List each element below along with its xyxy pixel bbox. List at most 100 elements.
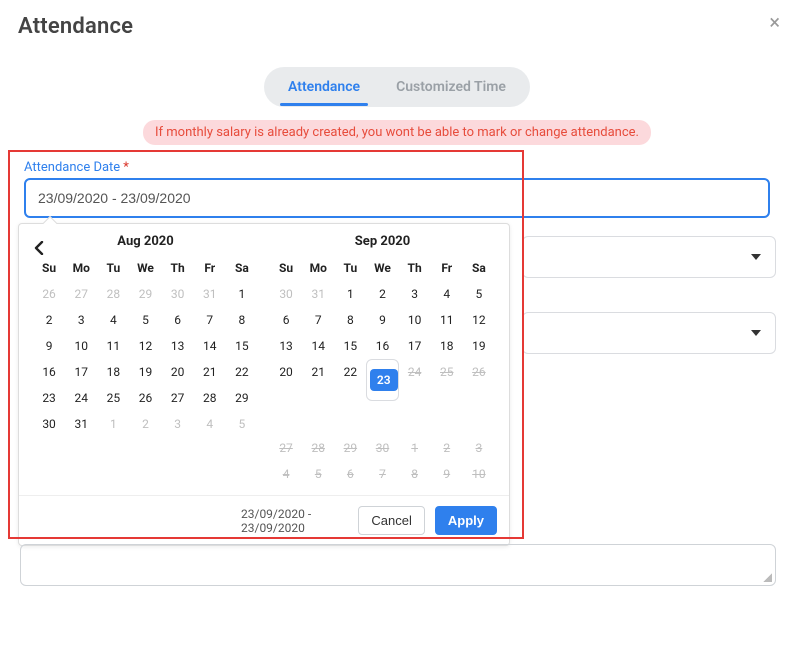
- day-header: Sa: [463, 257, 495, 281]
- tab-attendance[interactable]: Attendance: [270, 69, 378, 105]
- date-range-picker: Aug 2020 SuMoTuWeThFrSa26272829303112345…: [18, 223, 510, 546]
- calendar-day[interactable]: 27: [162, 385, 194, 411]
- calendar-day[interactable]: 5: [129, 307, 161, 333]
- calendar-day[interactable]: 7: [194, 307, 226, 333]
- calendar-day[interactable]: 15: [334, 333, 366, 359]
- calendar-day: 3: [463, 435, 495, 461]
- day-header: Sa: [226, 257, 258, 281]
- calendar-day[interactable]: 20: [270, 359, 302, 435]
- calendar-day[interactable]: 14: [194, 333, 226, 359]
- calendar-day[interactable]: 10: [399, 307, 431, 333]
- calendar-day[interactable]: 19: [463, 333, 495, 359]
- calendar-day: 5: [302, 461, 334, 487]
- calendar-day[interactable]: 20: [162, 359, 194, 385]
- tab-customized-time[interactable]: Customized Time: [378, 69, 524, 105]
- calendar-day[interactable]: 12: [463, 307, 495, 333]
- calendar-day[interactable]: 10: [65, 333, 97, 359]
- calendar-day: 24: [399, 359, 431, 435]
- calendar-month-right: Sep 2020 SuMoTuWeThFrSa30311234567891011…: [264, 234, 501, 495]
- calendar-day[interactable]: 19: [129, 359, 161, 385]
- calendar-day[interactable]: 1: [226, 281, 258, 307]
- calendar-day[interactable]: 6: [162, 307, 194, 333]
- day-header: We: [129, 257, 161, 281]
- calendar-day[interactable]: 7: [302, 307, 334, 333]
- calendar-day[interactable]: 24: [65, 385, 97, 411]
- calendar-day: 2: [129, 411, 161, 437]
- calendar-day[interactable]: 11: [97, 333, 129, 359]
- calendar-day[interactable]: 18: [431, 333, 463, 359]
- calendar-day: 27: [270, 435, 302, 461]
- calendar-day[interactable]: 29: [226, 385, 258, 411]
- day-header: Mo: [65, 257, 97, 281]
- calendar-day[interactable]: 3: [399, 281, 431, 307]
- calendar-day[interactable]: 21: [302, 359, 334, 435]
- calendar-day[interactable]: 17: [65, 359, 97, 385]
- calendar-day[interactable]: 8: [226, 307, 258, 333]
- attendance-date-input[interactable]: [24, 178, 770, 218]
- calendar-month-left: Aug 2020 SuMoTuWeThFrSa26272829303112345…: [27, 234, 264, 495]
- calendar-day[interactable]: 11: [431, 307, 463, 333]
- calendar-day: 5: [226, 411, 258, 437]
- calendar-day: 1: [399, 435, 431, 461]
- calendar-day[interactable]: 30: [33, 411, 65, 437]
- caret-down-icon: [751, 330, 761, 336]
- close-icon[interactable]: ×: [769, 10, 780, 34]
- calendar-day[interactable]: 15: [226, 333, 258, 359]
- calendar-day[interactable]: 16: [33, 359, 65, 385]
- calendar-day[interactable]: 6: [270, 307, 302, 333]
- calendar-day[interactable]: 25: [97, 385, 129, 411]
- calendar-day: 8: [399, 461, 431, 487]
- calendar-day[interactable]: 18: [97, 359, 129, 385]
- calendar-day[interactable]: 1: [334, 281, 366, 307]
- calendar-day[interactable]: 4: [97, 307, 129, 333]
- calendar-day[interactable]: 5: [463, 281, 495, 307]
- calendar-day[interactable]: 14: [302, 333, 334, 359]
- dropdown-2[interactable]: [522, 312, 776, 354]
- calendar-day: 10: [463, 461, 495, 487]
- calendar-day[interactable]: 2: [33, 307, 65, 333]
- month-title-right: Sep 2020: [270, 234, 495, 249]
- calendar-day: 26: [463, 359, 495, 435]
- remarks-textarea[interactable]: [20, 544, 776, 586]
- calendar-day[interactable]: 26: [129, 385, 161, 411]
- dropdown-1[interactable]: [522, 236, 776, 278]
- calendar-day[interactable]: 23: [366, 359, 398, 401]
- calendar-day: 4: [270, 461, 302, 487]
- calendar-day[interactable]: 13: [270, 333, 302, 359]
- calendar-day[interactable]: 12: [129, 333, 161, 359]
- calendar-day[interactable]: 13: [162, 333, 194, 359]
- cancel-button[interactable]: Cancel: [358, 506, 424, 535]
- calendar-day: 7: [366, 461, 398, 487]
- calendar-day[interactable]: 8: [334, 307, 366, 333]
- day-header: Th: [399, 257, 431, 281]
- day-header: Th: [162, 257, 194, 281]
- calendar-day[interactable]: 16: [366, 333, 398, 359]
- calendar-day[interactable]: 22: [334, 359, 366, 435]
- calendar-day: 9: [431, 461, 463, 487]
- calendar-day[interactable]: 17: [399, 333, 431, 359]
- calendar-day: 30: [270, 281, 302, 307]
- calendar-day: 30: [366, 435, 398, 461]
- calendar-day: 28: [302, 435, 334, 461]
- day-header: Fr: [431, 257, 463, 281]
- apply-button[interactable]: Apply: [435, 506, 497, 535]
- calendar-day: 6: [334, 461, 366, 487]
- tabs-pill: Attendance Customized Time: [264, 67, 530, 107]
- calendar-day[interactable]: 2: [366, 281, 398, 307]
- calendar-day[interactable]: 9: [33, 333, 65, 359]
- calendar-day[interactable]: 21: [194, 359, 226, 385]
- calendar-day[interactable]: 31: [65, 411, 97, 437]
- calendar-day: 29: [334, 435, 366, 461]
- calendar-day: 4: [194, 411, 226, 437]
- calendar-day[interactable]: 3: [65, 307, 97, 333]
- calendar-day: 2: [431, 435, 463, 461]
- chevron-left-icon[interactable]: [33, 240, 45, 259]
- calendar-day[interactable]: 9: [366, 307, 398, 333]
- calendar-day[interactable]: 23: [33, 385, 65, 411]
- calendar-day[interactable]: 4: [431, 281, 463, 307]
- warning-banner: If monthly salary is already created, yo…: [18, 121, 776, 140]
- day-header: Fr: [194, 257, 226, 281]
- calendar-day: 3: [162, 411, 194, 437]
- calendar-day[interactable]: 28: [194, 385, 226, 411]
- calendar-day[interactable]: 22: [226, 359, 258, 385]
